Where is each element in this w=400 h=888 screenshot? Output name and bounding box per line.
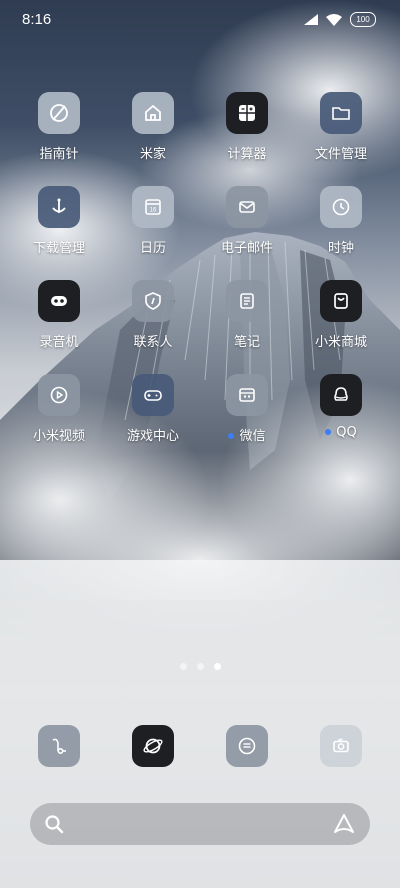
app-label: 电子邮件 — [220, 241, 273, 256]
browser-planet-icon — [132, 725, 174, 767]
app-mijia[interactable]: 米家 — [105, 92, 201, 162]
app-compass[interactable]: 指南针 — [11, 92, 107, 162]
qq-penguin-icon — [320, 374, 362, 416]
status-time: 8:16 — [22, 11, 52, 28]
app-mi-store[interactable]: 小米商城 — [293, 280, 389, 350]
shopping-bag-icon — [320, 280, 362, 322]
app-label: 文件管理 — [314, 147, 367, 162]
app-label: 录音机 — [39, 335, 79, 350]
app-label: QQ — [293, 425, 389, 440]
app-file-manager[interactable]: 文件管理 — [293, 92, 389, 162]
app-label: 小米视频 — [32, 429, 85, 444]
page-dot[interactable] — [196, 663, 204, 670]
app-label: 笔记 — [233, 335, 260, 350]
app-label-text: QQ — [336, 425, 357, 440]
page-dot[interactable] — [179, 663, 187, 670]
app-label: 微信 — [199, 425, 295, 444]
app-label: 计算器 — [227, 147, 267, 162]
new-install-dot — [228, 432, 235, 439]
download-anchor-icon — [38, 186, 80, 228]
app-game-center[interactable]: 游戏中心 — [105, 374, 201, 444]
app-label: 日历 — [139, 241, 166, 256]
app-contacts[interactable]: 联系人 — [105, 280, 201, 350]
home-icon — [132, 92, 174, 134]
dock-app-browser[interactable] — [132, 725, 174, 767]
messages-icon — [226, 725, 268, 767]
app-recorder[interactable]: 录音机 — [11, 280, 107, 350]
new-install-dot — [325, 428, 332, 435]
status-bar: 8:16 100 — [0, 0, 400, 40]
dock-app-music[interactable] — [38, 725, 80, 767]
gamepad-icon — [132, 374, 174, 416]
app-label: 下载管理 — [32, 241, 85, 256]
app-wechat[interactable]: 微信 — [199, 374, 295, 444]
music-note-icon — [38, 725, 80, 767]
app-label: 联系人 — [133, 335, 173, 350]
cellular-signal-icon — [304, 14, 318, 25]
page-indicator[interactable] — [0, 663, 400, 670]
battery-icon: 100 — [350, 12, 376, 27]
folder-icon — [320, 92, 362, 134]
play-icon — [38, 374, 80, 416]
app-label: 小米商城 — [314, 335, 367, 350]
mail-icon — [226, 186, 268, 228]
app-calendar[interactable]: 16 日历 — [105, 186, 201, 256]
app-label-text: 微信 — [239, 429, 266, 444]
calculator-icon — [226, 92, 268, 134]
clock-icon — [320, 186, 362, 228]
wechat-icon — [226, 374, 268, 416]
app-label: 指南针 — [39, 147, 79, 162]
calendar-date: 16 — [150, 208, 157, 214]
dock-app-camera[interactable] — [320, 725, 362, 767]
wifi-icon — [326, 13, 342, 26]
page-dot-active[interactable] — [213, 663, 221, 670]
status-icons: 100 — [304, 12, 376, 27]
app-qq[interactable]: QQ — [293, 374, 389, 440]
app-calculator[interactable]: 计算器 — [199, 92, 295, 162]
app-clock[interactable]: 时钟 — [293, 186, 389, 256]
app-label: 时钟 — [327, 241, 354, 256]
app-mi-video[interactable]: 小米视频 — [11, 374, 107, 444]
search-icon[interactable] — [44, 814, 64, 834]
app-notes[interactable]: 笔记 — [199, 280, 295, 350]
camera-icon — [320, 725, 362, 767]
ai-assistant-icon[interactable] — [332, 813, 356, 835]
notes-icon — [226, 280, 268, 322]
app-email[interactable]: 电子邮件 — [199, 186, 295, 256]
app-label: 米家 — [139, 147, 166, 162]
app-downloads[interactable]: 下载管理 — [11, 186, 107, 256]
compass-icon — [38, 92, 80, 134]
calendar-icon: 16 — [132, 186, 174, 228]
app-label: 游戏中心 — [126, 429, 179, 444]
search-bar[interactable] — [30, 803, 370, 845]
contacts-shield-icon — [132, 280, 174, 322]
recorder-icon — [38, 280, 80, 322]
dock-app-messages[interactable] — [226, 725, 268, 767]
